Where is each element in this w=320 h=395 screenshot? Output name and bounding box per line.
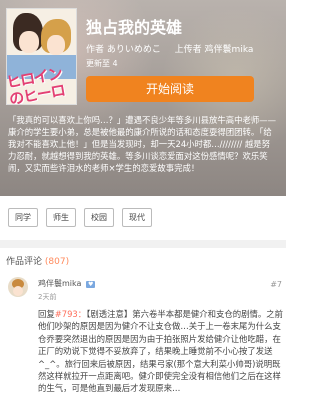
book-meta: 作者 ありいめめこ 上传者 鸡伴鬟mika	[86, 42, 253, 55]
reply-target-link[interactable]: #793：	[55, 309, 86, 319]
comment-text: 【剧透注意】第六卷半本都是健介和支仓的剧情。之前他们吵架的原因是因为健介不让支仓…	[38, 309, 283, 394]
comment-username[interactable]: 鸡伴鬟mika	[38, 279, 81, 288]
comment-floor: #7	[270, 280, 282, 289]
level-badge: ♥	[85, 281, 96, 288]
book-cover-image[interactable]: ヒロインのヒーロー	[6, 8, 77, 105]
avatar[interactable]	[8, 277, 28, 297]
uploader-name[interactable]: 鸡伴鬟mika	[205, 45, 254, 55]
book-description: 「我真的可以喜欢上你吗…？」遭遇不良少年等多川县放牛高中老师——康介的学生要小弟…	[8, 115, 276, 173]
book-header: ヒロインのヒーロー 独占我的英雄 作者 ありいめめこ 上传者 鸡伴鬟mika 更…	[0, 0, 286, 196]
comment-username-row: 鸡伴鬟mika ♥	[38, 278, 96, 289]
comments-count: (807)	[44, 257, 70, 267]
cover-face-left	[19, 31, 39, 53]
tag-classmate[interactable]: 同学	[8, 208, 38, 227]
comments-title: 作品评论	[6, 257, 43, 267]
comment-time: 2天前	[38, 293, 57, 301]
author-label: 作者	[86, 45, 105, 55]
comment-body: 回复#793：【剧透注意】第六卷半本都是健介和支仓的剧情。之前他们吵架的原因是因…	[38, 308, 283, 395]
uploader-label: 上传者	[174, 45, 202, 55]
cover-face-right	[47, 35, 65, 55]
tag-list: 同学 师生 校园 现代	[8, 208, 152, 227]
author-name[interactable]: ありいめめこ	[107, 45, 161, 55]
book-title: 独占我的英雄	[86, 18, 183, 37]
section-divider	[0, 240, 286, 248]
reply-label: 回复	[38, 309, 55, 319]
tag-teacher-student[interactable]: 师生	[46, 208, 76, 227]
start-reading-button[interactable]: 开始阅读	[86, 76, 254, 102]
comments-header: 作品评论 (807)	[6, 254, 69, 267]
update-status: 更新至 4	[86, 59, 118, 68]
tag-modern[interactable]: 现代	[122, 208, 152, 227]
tag-campus[interactable]: 校园	[84, 208, 114, 227]
